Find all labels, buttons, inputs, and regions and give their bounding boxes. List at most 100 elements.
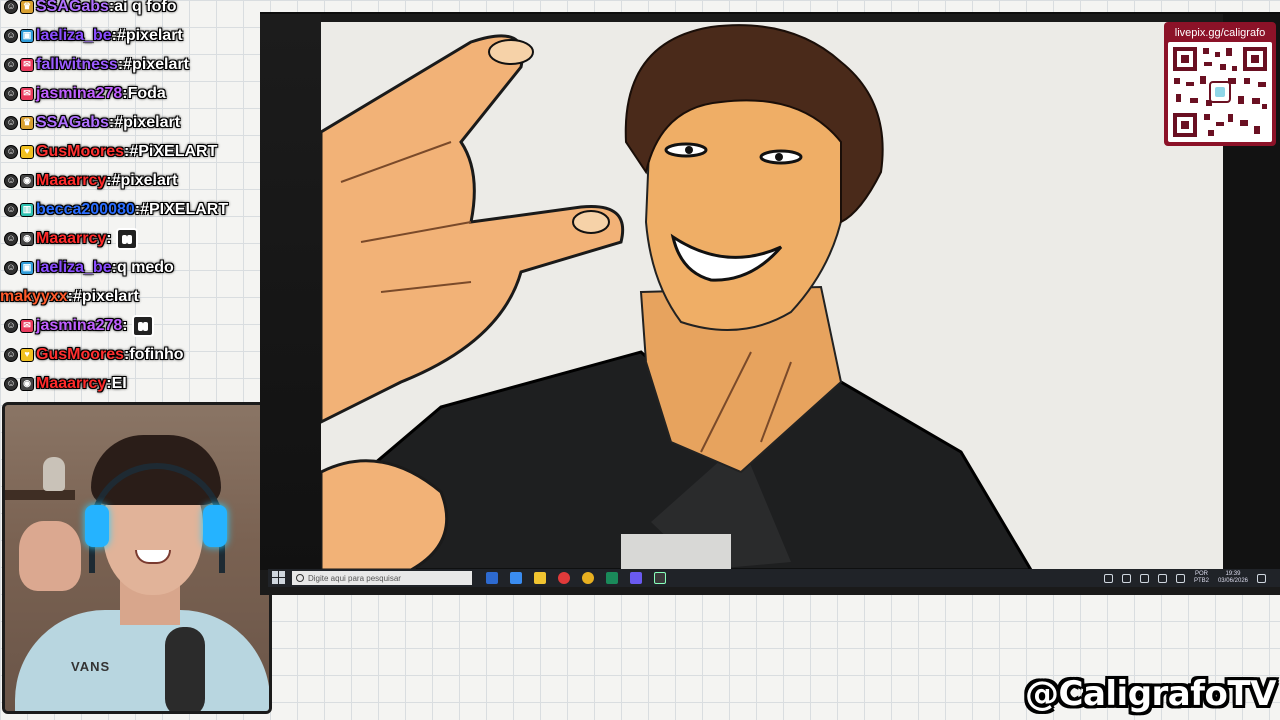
mod-badge-icon: ☺ <box>4 202 18 217</box>
drawing-paper <box>321 22 1223 570</box>
mod-badge-icon: ☺ <box>4 57 18 72</box>
microphone-icon <box>165 627 205 711</box>
chat-overlay: ☺ ♛ SSAGabs: ai q fofo ☺ ▣ laeliza_be: #pixel… <box>0 0 262 396</box>
chat-badges: ☺ ✉ <box>4 57 34 72</box>
windows-start-icon[interactable] <box>272 571 286 585</box>
pen-icon[interactable] <box>1175 573 1185 583</box>
taskbar-search-input[interactable]: Digite aqui para pesquisar <box>292 571 472 585</box>
glasses-badge-icon: ◉ <box>20 376 34 391</box>
captured-screen <box>260 12 1280 595</box>
chat-message-text: q medo <box>116 258 174 276</box>
donation-qr-panel: livepix.gg/caligrafo <box>1164 22 1276 146</box>
qr-url: livepix.gg/caligrafo <box>1174 27 1266 39</box>
taskbar-search-placeholder: Digite aqui para pesquisar <box>308 573 401 583</box>
chat-username: Maaarrcy <box>36 229 107 247</box>
headset-right-cup <box>203 505 227 547</box>
edge-icon[interactable] <box>510 572 522 584</box>
capture-icon[interactable] <box>654 572 666 584</box>
chat-message: ☺ ◉ Maaarrcy: #pixelart <box>0 166 262 195</box>
chat-badges: ☺ ✉ <box>4 86 34 101</box>
chat-username: laeliza_be <box>36 26 112 44</box>
chat-username: laeliza_be <box>36 258 112 276</box>
chat-badges: ☺ ♛ <box>4 0 34 14</box>
glasses-badge-icon: ◉ <box>20 173 34 188</box>
language-indicator[interactable]: POR PTB2 <box>1194 571 1209 585</box>
chat-username: becca200080 <box>36 200 135 218</box>
app-icon[interactable] <box>606 572 618 584</box>
shirt-logo: VANS <box>71 659 111 674</box>
streamer-shirt <box>15 610 269 711</box>
streamer: VANS <box>5 405 269 711</box>
chat-message-text: ai q fofo <box>114 0 177 15</box>
file-explorer-icon[interactable] <box>534 572 546 584</box>
chat-message: ☺ ♥ GusMoores: fofinho <box>0 340 262 369</box>
chat-username: GusMoores <box>36 345 125 363</box>
mod-badge-icon: ☺ <box>4 318 18 333</box>
portrait-drawing <box>321 24 1033 570</box>
discord-icon[interactable] <box>630 572 642 584</box>
webcam-feed: VANS <box>2 402 272 714</box>
mod-badge-icon: ☺ <box>4 376 18 391</box>
drawing-fingernail-2 <box>572 210 610 234</box>
chat-badges: ☺ ▣ <box>4 28 34 43</box>
notifications-icon[interactable] <box>1257 573 1266 583</box>
mod-badge-icon: ☺ <box>4 173 18 188</box>
chat-message: ☺ ▥ becca200080: #PIXELART <box>0 195 262 224</box>
crown-badge-icon: ♛ <box>20 115 34 130</box>
mod-badge-icon: ☺ <box>4 86 18 101</box>
chat-emote-icon <box>115 227 138 250</box>
chat-badges: ☺ ◉ <box>4 173 34 188</box>
chat-message-text: #PiXELART <box>129 142 218 160</box>
drawing-fingernail-1 <box>488 39 534 65</box>
chat-message-text: #PIXELART <box>140 200 229 218</box>
network-icon[interactable] <box>1139 573 1149 583</box>
heart-badge-icon: ♥ <box>20 347 34 362</box>
chat-badges: ☺ ◉ <box>4 231 34 246</box>
chat-message: ☺ ✉ fallwitness: #pixelart <box>0 50 262 79</box>
chat-message-text: #pixelart <box>72 287 139 305</box>
chat-username: SSAGabs <box>36 0 109 15</box>
mod-badge-icon: ☺ <box>4 28 18 43</box>
system-tray: POR PTB2 19:39 03/06/2026 <box>1103 571 1266 585</box>
chat-badges: ☺ ♛ <box>4 115 34 130</box>
clock[interactable]: 19:39 03/06/2026 <box>1218 571 1248 585</box>
obs-icon[interactable] <box>558 572 570 584</box>
taskbar-apps <box>486 572 666 584</box>
chat-message: ☺ ◉ Maaarrcy: <box>0 224 262 253</box>
mod-badge-icon: ☺ <box>4 0 18 14</box>
mod-badge-icon: ☺ <box>4 231 18 246</box>
mod-badge-icon: ☺ <box>4 144 18 159</box>
keyboard-icon[interactable] <box>1103 573 1113 583</box>
chat-message: ☺ ▣ laeliza_be: #pixelart <box>0 21 262 50</box>
heart-badge-icon: ♥ <box>20 144 34 159</box>
volume-icon[interactable] <box>1157 573 1167 583</box>
chat-badges: ☺ ♥ <box>4 144 34 159</box>
streamer-hand <box>19 521 81 591</box>
chat-badges: ☺ ◉ <box>4 376 34 391</box>
chat-separator: : <box>122 316 128 334</box>
chat-username: jasmina278 <box>36 84 123 102</box>
chat-username: SSAGabs <box>36 113 109 131</box>
chat-username: fallwitness <box>36 55 118 73</box>
chat-message-text: #pixelart <box>111 171 178 189</box>
chat-emote-icon <box>131 314 154 337</box>
chat-badges: ☺ ▥ <box>4 202 34 217</box>
qr-code-icon <box>1173 47 1267 137</box>
windows-taskbar: Digite aqui para pesquisar POR PTB2 19:3… <box>268 569 1280 587</box>
chat-message-text: #pixelart <box>116 26 183 44</box>
chat-message: ☺ ♛ SSAGabs: #pixelart <box>0 108 262 137</box>
chat-message: ☺ ✉ jasmina278: <box>0 311 262 340</box>
gift-badge-icon: ✉ <box>20 57 34 72</box>
chat-message: ☺ ▣ laeliza_be: q medo <box>0 253 262 282</box>
task-view-icon[interactable] <box>486 572 498 584</box>
chat-message-text: Foda <box>127 84 166 102</box>
mod-badge-icon: ☺ <box>4 260 18 275</box>
crown-badge-icon: ♛ <box>20 0 34 14</box>
chat-separator: : <box>106 229 112 247</box>
chat-message-text: #pixelart <box>114 113 181 131</box>
chevron-up-icon[interactable] <box>1121 573 1131 583</box>
chrome-icon[interactable] <box>582 572 594 584</box>
chat-badges: ☺ ✉ <box>4 318 34 333</box>
chat-username: GusMoores <box>36 142 125 160</box>
chat-message: ☺ ✉ jasmina278: Foda <box>0 79 262 108</box>
